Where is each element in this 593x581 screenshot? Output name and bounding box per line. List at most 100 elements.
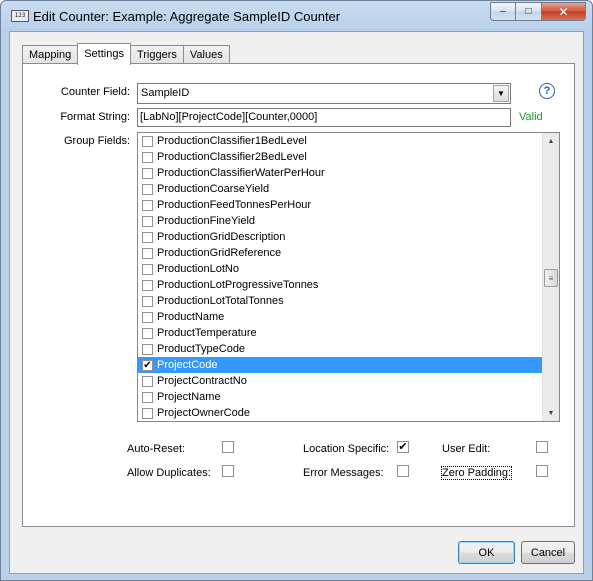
minimize-icon: – xyxy=(500,6,506,17)
counter-field-combo[interactable]: SampleID ▼ xyxy=(137,83,511,104)
close-icon: ✕ xyxy=(558,4,569,19)
counter-field-value: SampleID xyxy=(141,87,190,99)
scroll-up-icon[interactable]: ▲ xyxy=(543,133,559,149)
allow-duplicates-label: Allow Duplicates: xyxy=(127,467,211,479)
group-field-checkbox[interactable] xyxy=(142,263,153,275)
minimize-button[interactable]: – xyxy=(490,2,516,21)
title-bar[interactable]: 123 Edit Counter: Example: Aggregate Sam… xyxy=(1,1,592,31)
group-fields-list[interactable]: ProductionClassifier1BedLevel ProductionC… xyxy=(137,132,560,422)
group-fields-items: ProductionClassifier1BedLevel ProductionC… xyxy=(138,133,543,421)
scroll-down-icon[interactable]: ▼ xyxy=(543,405,559,421)
dialog-window: 123 Edit Counter: Example: Aggregate Sam… xyxy=(0,0,593,581)
format-valid-status: Valid xyxy=(519,111,543,123)
tab-mapping[interactable]: Mapping xyxy=(22,45,79,64)
group-field-label: ProjectName xyxy=(157,391,221,403)
dialog-client-area: Mapping Settings Triggers Values Counter… xyxy=(9,31,584,574)
list-item[interactable]: ProjectOwnerCode xyxy=(138,405,543,421)
group-field-label: ProductionClassifierWaterPerHour xyxy=(157,167,325,179)
help-icon[interactable]: ? xyxy=(539,83,555,99)
close-button[interactable]: ✕ xyxy=(542,2,586,21)
list-item[interactable]: ProductTypeCode xyxy=(138,341,543,357)
group-field-label: ProductTypeCode xyxy=(157,343,246,355)
error-messages-label: Error Messages: xyxy=(303,467,384,479)
group-field-label: ProductionLotTotalTonnes xyxy=(157,295,284,307)
group-field-label: ProductionClassifier1BedLevel xyxy=(157,135,307,147)
list-item[interactable]: ProductionFineYield xyxy=(138,213,543,229)
group-field-checkbox[interactable] xyxy=(142,167,153,179)
group-field-checkbox[interactable] xyxy=(142,183,153,195)
error-messages-checkbox[interactable] xyxy=(397,465,409,477)
tab-triggers[interactable]: Triggers xyxy=(129,45,184,64)
list-item[interactable]: ProjectName xyxy=(138,389,543,405)
list-item[interactable]: ProductionCoarseYield xyxy=(138,181,543,197)
format-string-value: [LabNo][ProjectCode][Counter,0000] xyxy=(140,111,318,123)
window-title: Edit Counter: Example: Aggregate SampleI… xyxy=(33,9,341,24)
list-scrollbar[interactable]: ▲ ≡ ▼ xyxy=(542,133,559,421)
group-field-checkbox[interactable] xyxy=(142,151,153,163)
group-field-label: ProductionFeedTonnesPerHour xyxy=(157,199,312,211)
counter-app-icon: 123 xyxy=(11,10,29,22)
location-specific-label: Location Specific: xyxy=(303,443,390,455)
list-item[interactable]: ProjectContractNo xyxy=(138,373,543,389)
group-field-checkbox[interactable] xyxy=(142,327,153,339)
group-field-checkbox[interactable] xyxy=(142,199,153,211)
group-field-checkbox[interactable] xyxy=(142,215,153,227)
group-field-checkbox[interactable] xyxy=(142,135,153,147)
counter-field-label: Counter Field: xyxy=(60,86,130,98)
maximize-icon: □ xyxy=(525,6,532,17)
group-field-label: ProductionGridDescription xyxy=(157,231,286,243)
list-item[interactable]: ProductTemperature xyxy=(138,325,543,341)
user-edit-label: User Edit: xyxy=(442,443,491,455)
list-item[interactable]: ProductionLotTotalTonnes xyxy=(138,293,543,309)
group-field-checkbox[interactable] xyxy=(142,247,153,259)
auto-reset-label: Auto-Reset: xyxy=(127,443,186,455)
tab-strip: Mapping Settings Triggers Values xyxy=(22,42,230,65)
format-string-label: Format String: xyxy=(60,111,130,123)
group-field-label: ProductionCoarseYield xyxy=(157,183,270,195)
group-field-label: ProductName xyxy=(157,311,225,323)
group-field-label: ProductionFineYield xyxy=(157,215,256,227)
group-field-checkbox[interactable] xyxy=(142,407,153,419)
list-item[interactable]: ProductionLotProgressiveTonnes xyxy=(138,277,543,293)
auto-reset-checkbox[interactable] xyxy=(222,441,234,453)
ok-button[interactable]: OK xyxy=(458,541,515,564)
group-field-checkbox[interactable] xyxy=(142,279,153,291)
list-item[interactable]: ProductionClassifierWaterPerHour xyxy=(138,165,543,181)
list-item[interactable]: ✔ ProjectCode xyxy=(138,357,543,373)
tab-settings[interactable]: Settings xyxy=(77,43,131,65)
maximize-button[interactable]: □ xyxy=(516,2,542,21)
group-field-label: ProductionClassifier2BedLevel xyxy=(157,151,307,163)
group-field-checkbox[interactable] xyxy=(142,343,153,355)
group-field-checkbox[interactable] xyxy=(142,375,153,387)
user-edit-checkbox[interactable] xyxy=(536,441,548,453)
caption-buttons: – □ ✕ xyxy=(490,2,586,21)
zero-padding-checkbox[interactable] xyxy=(536,465,548,477)
list-item[interactable]: ProductionGridDescription xyxy=(138,229,543,245)
tab-values[interactable]: Values xyxy=(182,45,230,64)
list-item[interactable]: ProductionGridReference xyxy=(138,245,543,261)
group-field-label: ProjectOwnerCode xyxy=(157,407,250,419)
list-item[interactable]: ProductionClassifier1BedLevel xyxy=(138,133,543,149)
cancel-button[interactable]: Cancel xyxy=(521,541,575,564)
group-field-label: ProjectCode xyxy=(157,359,218,371)
group-field-label: ProductionLotNo xyxy=(157,263,239,275)
format-string-input[interactable]: [LabNo][ProjectCode][Counter,0000] xyxy=(137,108,511,127)
list-item[interactable]: ProductionClassifier2BedLevel xyxy=(138,149,543,165)
zero-padding-label: Zero Padding: xyxy=(440,466,513,480)
group-field-checkbox[interactable] xyxy=(142,311,153,323)
group-field-checkbox[interactable] xyxy=(142,231,153,243)
group-field-label: ProductionGridReference xyxy=(157,247,282,259)
settings-panel: Counter Field: SampleID ▼ ? Format Strin… xyxy=(22,63,575,527)
group-field-label: ProductionLotProgressiveTonnes xyxy=(157,279,319,291)
group-fields-label: Group Fields: xyxy=(63,135,130,147)
scroll-thumb[interactable]: ≡ xyxy=(544,269,558,287)
list-item[interactable]: ProductName xyxy=(138,309,543,325)
group-field-checkbox[interactable] xyxy=(142,295,153,307)
group-field-checkbox[interactable]: ✔ xyxy=(142,359,153,371)
list-item[interactable]: ProductionLotNo xyxy=(138,261,543,277)
chevron-down-icon[interactable]: ▼ xyxy=(493,85,509,102)
location-specific-checkbox[interactable]: ✔ xyxy=(397,441,409,453)
list-item[interactable]: ProductionFeedTonnesPerHour xyxy=(138,197,543,213)
group-field-checkbox[interactable] xyxy=(142,391,153,403)
allow-duplicates-checkbox[interactable] xyxy=(222,465,234,477)
